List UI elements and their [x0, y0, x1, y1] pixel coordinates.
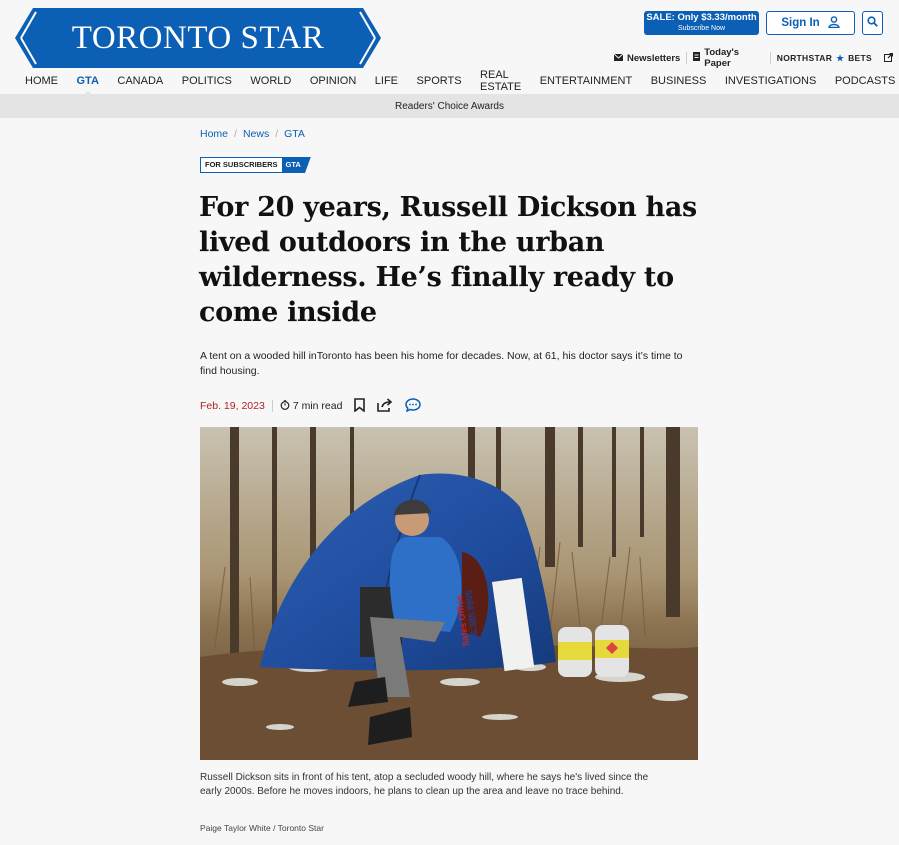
external-link-icon — [883, 52, 894, 64]
breadcrumb: Home / News / GTA — [200, 128, 305, 140]
star-icon: ★ — [836, 52, 845, 63]
todays-paper-link[interactable]: Today's Paper — [687, 47, 770, 69]
search-button[interactable] — [862, 11, 883, 35]
sign-in-label: Sign In — [781, 17, 820, 29]
publish-date: Feb. 19, 2023 — [200, 400, 265, 412]
article-dek: A tent on a wooded hill inToronto has be… — [200, 350, 683, 377]
photo-credit: Paige Taylor White / Toronto Star — [200, 823, 324, 833]
nav-life[interactable]: LIFE — [375, 75, 398, 87]
comment-icon — [405, 397, 422, 415]
bets-label: BETS — [848, 53, 872, 63]
readers-choice-link[interactable]: Readers' Choice Awards — [395, 101, 504, 112]
nav-podcasts[interactable]: PODCASTS — [835, 75, 896, 87]
share-button[interactable] — [377, 397, 393, 415]
clock-icon — [280, 399, 290, 413]
comments-button[interactable] — [405, 397, 422, 415]
nav-opinion[interactable]: OPINION — [310, 75, 356, 87]
read-time: 7 min read — [280, 399, 343, 413]
article-headline: For 20 years, Russell Dickson has lived … — [199, 192, 697, 328]
bookmark-button[interactable] — [354, 397, 366, 415]
nav-world[interactable]: WORLD — [250, 75, 291, 87]
nav-canada[interactable]: CANADA — [117, 75, 163, 87]
subscribe-sale-button[interactable]: SALE: Only $3.33/month Subscribe Now — [644, 11, 759, 35]
subscribe-now-text: Subscribe Now — [677, 25, 726, 32]
breadcrumb-gta[interactable]: GTA — [284, 128, 305, 140]
nav-politics[interactable]: POLITICS — [182, 75, 232, 87]
user-icon — [827, 15, 840, 31]
breadcrumb-news[interactable]: News — [243, 128, 269, 140]
nav-real-estate[interactable]: REAL ESTATE — [480, 69, 521, 93]
nav-sports[interactable]: SPORTS — [417, 75, 462, 87]
nav-business[interactable]: BUSINESS — [651, 75, 707, 87]
share-icon — [377, 397, 393, 415]
sale-text: SALE: Only $3.33/month — [646, 12, 757, 23]
breadcrumb-home[interactable]: Home — [200, 128, 228, 140]
toronto-star-logo[interactable]: TORONTO STAR — [15, 8, 381, 68]
newsletters-label: Newsletters — [627, 52, 681, 64]
mail-icon — [613, 53, 624, 64]
nav-entertainment[interactable]: ENTERTAINMENT — [540, 75, 633, 87]
subnav-bar: Readers' Choice Awards — [0, 94, 899, 118]
search-icon — [867, 14, 878, 32]
for-subscribers-badge: FOR SUBSCRIBERS — [200, 157, 282, 173]
primary-nav: HOME GTA CANADA POLITICS WORLD OPINION L… — [0, 68, 899, 95]
utility-links: Newsletters Today's Paper NORTHSTAR ★ BE… — [608, 47, 899, 69]
northstar-bets-link[interactable]: NORTHSTAR ★ BETS — [771, 52, 899, 64]
bookmark-icon — [354, 397, 366, 415]
article-photo[interactable]: Sales Office 416.385.9995 — [200, 427, 698, 760]
section-badge[interactable]: GTA — [281, 157, 311, 173]
newsletters-link[interactable]: Newsletters — [608, 53, 686, 64]
nav-gta[interactable]: GTA — [77, 75, 99, 95]
northstar-label: NORTHSTAR — [776, 53, 833, 63]
article-meta: Feb. 19, 2023 7 min read — [200, 397, 422, 415]
breadcrumb-separator: / — [234, 128, 237, 140]
read-time-label: 7 min read — [292, 400, 343, 412]
todays-paper-label: Today's Paper — [704, 47, 740, 69]
breadcrumb-separator: / — [275, 128, 279, 140]
photo-caption: Russell Dickson sits in front of his ten… — [200, 772, 649, 797]
divider — [271, 400, 273, 412]
article-tags: FOR SUBSCRIBERS GTA — [200, 157, 311, 173]
nav-investigations[interactable]: INVESTIGATIONS — [725, 75, 816, 87]
paper-icon — [693, 52, 701, 64]
nav-home[interactable]: HOME — [25, 75, 58, 87]
logo-text: TORONTO STAR — [71, 19, 325, 56]
sign-in-button[interactable]: Sign In — [766, 11, 855, 35]
masthead: TORONTO STAR SALE: Only $3.33/month Subs… — [0, 0, 899, 69]
